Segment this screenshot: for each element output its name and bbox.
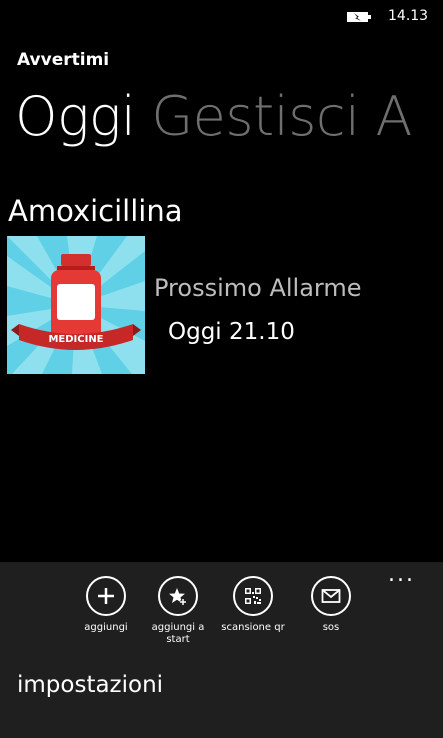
pin-to-start-button[interactable]: aggiungi a start <box>143 576 213 646</box>
status-bar: 14.13 <box>0 0 443 34</box>
scan-qr-button[interactable]: scansione qr <box>218 576 288 634</box>
tab-next-partial[interactable]: A <box>376 82 413 152</box>
plus-icon <box>86 576 126 616</box>
star-add-icon <box>158 576 198 616</box>
sos-label: sos <box>322 622 340 633</box>
medicine-name[interactable]: Amoxicillina <box>8 194 182 228</box>
clock: 14.13 <box>388 8 429 24</box>
medicine-bottle-icon[interactable]: MEDICINE <box>7 236 145 374</box>
sos-button[interactable]: sos <box>296 576 366 634</box>
next-alarm-label: Prossimo Allarme <box>154 274 362 302</box>
tab-gestisci[interactable]: Gestisci <box>151 82 360 152</box>
application-bar: ... aggiungi aggiungi a start scansione … <box>0 562 443 738</box>
more-options-button[interactable]: ... <box>388 564 415 586</box>
medicine-banner-text: MEDICINE <box>48 334 103 345</box>
next-alarm-value: Oggi 21.10 <box>168 319 295 345</box>
scan-qr-label: scansione qr <box>221 622 285 633</box>
qr-code-icon <box>233 576 273 616</box>
add-button[interactable]: aggiungi <box>71 576 141 634</box>
battery-charging-icon <box>347 12 371 22</box>
mail-icon <box>311 576 351 616</box>
tab-oggi[interactable]: Oggi <box>15 82 136 152</box>
add-button-label: aggiungi <box>84 622 128 633</box>
pivot-header: Oggi Gestisci A <box>15 82 428 152</box>
app-title: Avvertimi <box>17 50 110 70</box>
pin-to-start-label: aggiungi a start <box>151 622 205 645</box>
menu-item-settings[interactable]: impostazioni <box>17 672 163 698</box>
